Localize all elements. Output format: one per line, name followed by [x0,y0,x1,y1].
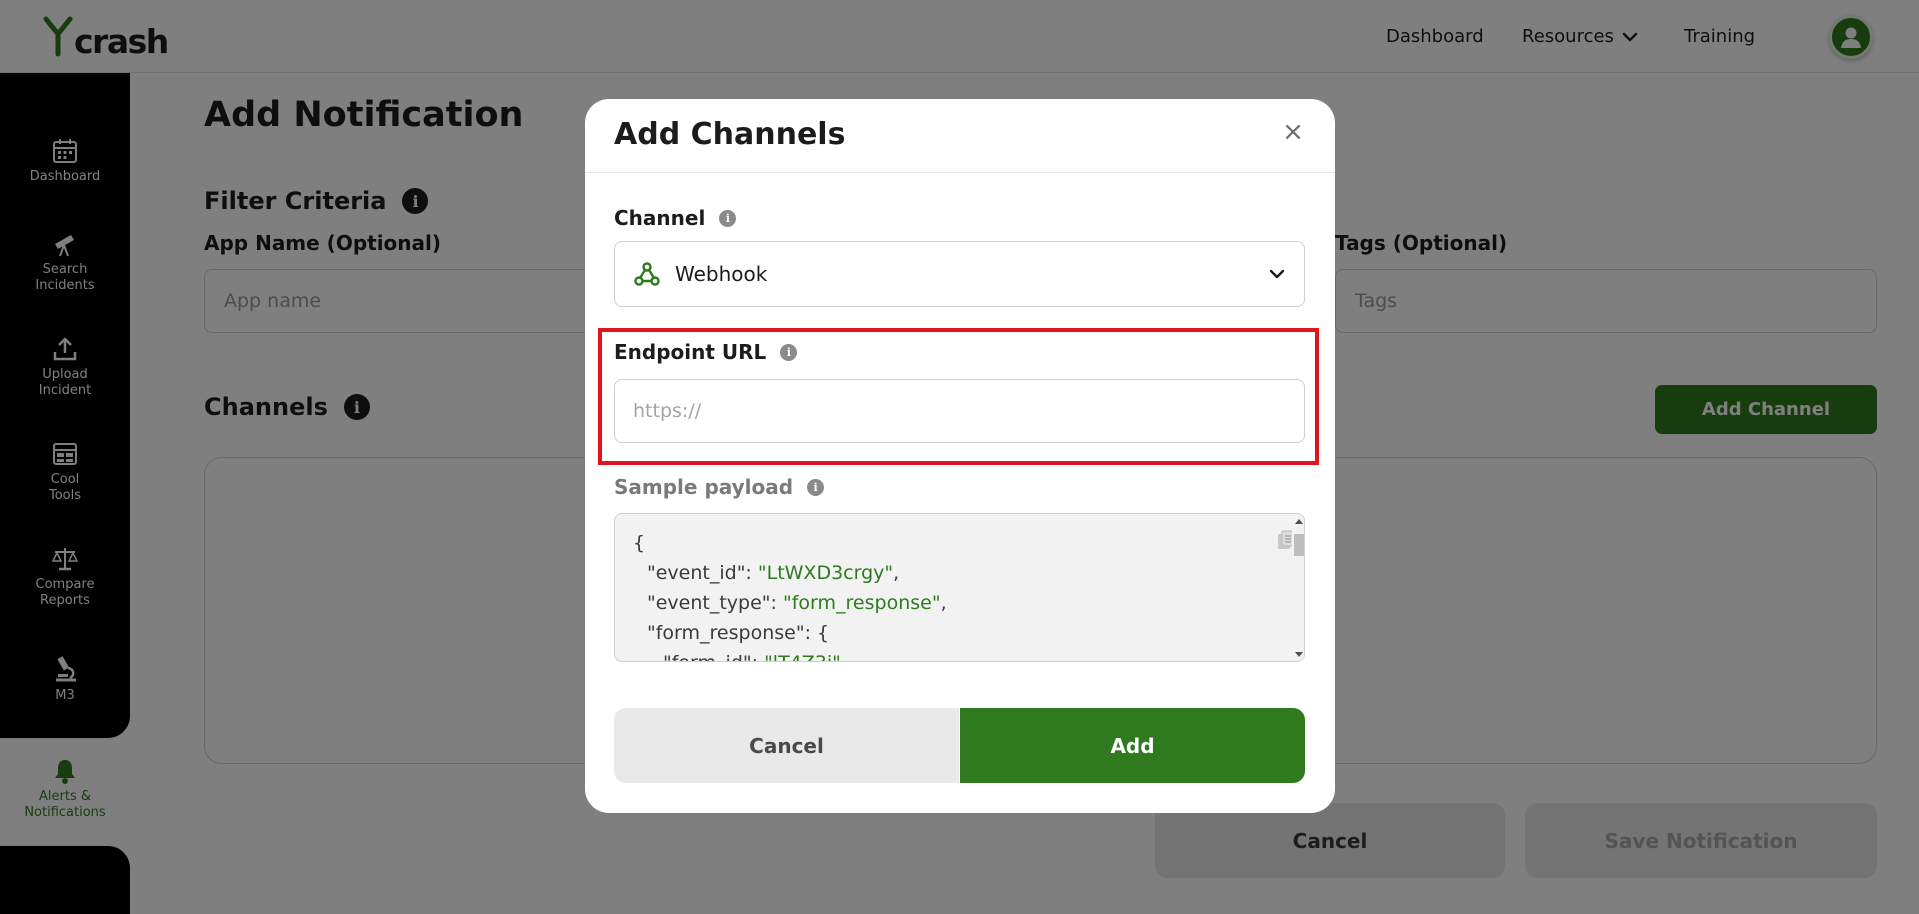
modal-cancel-button[interactable]: Cancel [614,708,959,783]
scroll-down-icon[interactable] [1295,652,1303,657]
close-icon[interactable]: × [1277,116,1309,148]
channel-select-value: Webhook [675,262,768,286]
chevron-down-icon [1269,269,1285,279]
endpoint-url-label: Endpoint URL i [614,340,798,364]
modal-add-button[interactable]: Add [960,708,1305,783]
payload-scrollbar[interactable] [1292,514,1304,661]
endpoint-url-input[interactable]: https:// [614,379,1305,443]
info-icon[interactable]: i [719,209,737,227]
modal-title: Add Channels [614,117,846,152]
info-icon[interactable]: i [780,343,798,361]
sample-payload-label: Sample payload i [614,475,825,499]
scroll-up-icon[interactable] [1295,519,1303,524]
sample-payload-box[interactable]: { "event_id": "LtWXD3crgy", "event_type"… [614,513,1305,662]
info-icon[interactable]: i [807,478,825,496]
channel-select[interactable]: Webhook [614,241,1305,307]
scroll-thumb[interactable] [1294,534,1304,556]
add-channels-modal: Add Channels × Channel i Webhook Endpoin… [585,99,1335,813]
webhook-icon [634,262,660,286]
channel-label: Channel i [614,206,737,230]
